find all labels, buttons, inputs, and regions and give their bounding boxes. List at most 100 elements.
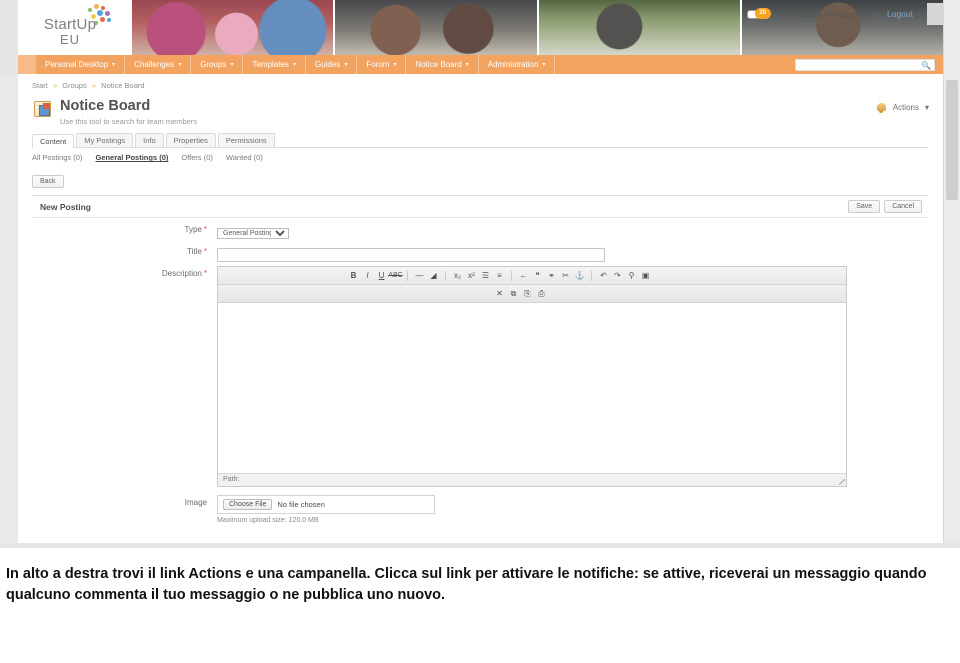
choose-file-button[interactable]: Choose File [223, 499, 273, 511]
site-logo[interactable]: StartUp EU [18, 0, 130, 55]
tab-properties[interactable]: Properties [165, 133, 216, 148]
userbar-spacer [927, 3, 943, 25]
subtab-bar: All Postings (0) General Postings (0) Offe… [32, 153, 943, 162]
insert-link-icon[interactable]: ⚭ [546, 270, 557, 281]
underline-icon[interactable]: U [376, 270, 387, 281]
cut-icon[interactable]: ✕ [494, 288, 505, 299]
title-input[interactable] [217, 247, 605, 262]
tab-bar: Content My Postings Info Properties Permissi… [32, 133, 928, 149]
notice-board-icon [34, 101, 51, 117]
selected-file-name: No file chosen [277, 500, 325, 510]
breadcrumb-item-notice-board[interactable]: Notice Board [101, 81, 144, 90]
undo-icon[interactable]: ↶ [598, 270, 609, 281]
subscript-icon[interactable]: x₂ [452, 270, 463, 281]
copy-icon[interactable]: ⧉ [508, 288, 519, 299]
nav-item-label: Guides [314, 60, 341, 69]
subtab-general-postings-0[interactable]: General Postings (0) [95, 153, 168, 162]
chevron-down-icon: ▾ [393, 62, 397, 68]
logout-link[interactable]: Logout [887, 9, 913, 19]
global-search[interactable]: 🔍 [795, 58, 935, 71]
superscript-icon[interactable]: x² [466, 270, 477, 281]
panel-buttons: Save Cancel [848, 200, 922, 214]
form-row-image: Image Choose File No file chosen Maximum… [32, 487, 928, 524]
window-edge-bottom [0, 543, 960, 548]
logo-line2: EU [59, 31, 81, 47]
tab-permissions[interactable]: Permissions [217, 133, 275, 148]
description-label: Description [161, 269, 202, 279]
page-title: Notice Board [60, 98, 151, 114]
caption-text: In alto a destra trovi il link Actions e… [6, 566, 927, 603]
required-marker: * [203, 269, 207, 279]
subtab-all-postings-0[interactable]: All Postings (0) [32, 153, 82, 162]
nav-item-challenges[interactable]: Challenges ▾ [125, 55, 192, 74]
window-edge-left-top [0, 0, 18, 74]
user-separator: · [876, 9, 879, 19]
find-icon[interactable]: ⚲ [626, 270, 637, 281]
actions-menu[interactable]: Actions ▾ [876, 102, 929, 113]
horizontal-rule-icon[interactable]: — [414, 270, 425, 281]
breadcrumb-separator: » [91, 81, 97, 90]
nav-item-forum[interactable]: Forum ▾ [357, 55, 407, 74]
nav-item-templates[interactable]: Templates ▾ [243, 55, 306, 74]
strikethrough-icon[interactable]: ABC [388, 270, 402, 281]
nav-item-personal-desktop[interactable]: Personal Desktop ▾ [36, 55, 126, 74]
nav-item-label: Groups [200, 60, 227, 69]
description-field: B I U ABC — ◢ x₂ x² ☰ ≡ ← ❝ ⚭ ✂ ⚓ ↶ ↷ ⚲ ▣ ✕ ⧉ ⎘ ⎙ Path: [217, 266, 928, 488]
breadcrumb-item-groups[interactable]: Groups [62, 81, 87, 90]
file-upload-control[interactable]: Choose File No file chosen [217, 495, 435, 515]
back-button[interactable]: Back [32, 175, 64, 189]
bell-icon[interactable] [876, 102, 887, 113]
editor-toolbar-row-2: ✕ ⧉ ⎘ ⎙ [218, 285, 846, 304]
cancel-button[interactable]: Cancel [884, 200, 922, 214]
save-button[interactable]: Save [848, 200, 881, 214]
message-count-badge: 20 [754, 7, 771, 19]
editor-status-bar: Path: [218, 473, 846, 487]
search-input[interactable] [800, 60, 930, 69]
tab-content[interactable]: Content [32, 134, 75, 149]
insert-image-icon[interactable]: ▣ [640, 270, 651, 281]
blockquote-icon[interactable]: ❝ [532, 270, 543, 281]
unlink-icon[interactable]: ✂ [560, 270, 571, 281]
remove-format-icon[interactable]: ◢ [428, 270, 439, 281]
subtab-wanted-0[interactable]: Wanted (0) [226, 153, 263, 162]
type-field: General PostingOfferWanted [217, 222, 928, 240]
italic-icon[interactable]: I [362, 270, 373, 281]
nav-item-guides[interactable]: Guides ▾ [306, 55, 358, 74]
decrease-indent-icon[interactable]: ← [518, 270, 529, 281]
application-screenshot: StartUp EU 20 Dr Aristidis Protopsaltis … [0, 0, 960, 548]
nav-item-notice-board[interactable]: Notice Board ▾ [406, 55, 479, 74]
chevron-down-icon: ▾ [542, 62, 546, 68]
nav-item-administration[interactable]: Administration ▾ [479, 55, 556, 74]
bold-icon[interactable]: B [348, 270, 359, 281]
breadcrumb-item-start[interactable]: Start [32, 81, 48, 90]
breadcrumb-separator: » [52, 81, 58, 90]
redo-icon[interactable]: ↷ [612, 270, 623, 281]
toolbar-separator [445, 270, 446, 281]
scrollbar-thumb[interactable] [946, 80, 958, 200]
tab-info[interactable]: Info [135, 133, 164, 148]
rich-text-editor: B I U ABC — ◢ x₂ x² ☰ ≡ ← ❝ ⚭ ✂ ⚓ ↶ ↷ ⚲ ▣ ✕ ⧉ ⎘ ⎙ Path: [217, 266, 847, 488]
new-posting-panel: New Posting Save Cancel Type * General Po… [32, 195, 928, 525]
type-select[interactable]: General PostingOfferWanted [217, 228, 289, 240]
editor-content-area[interactable] [218, 303, 846, 474]
form-row-description: Description * B I U ABC — ◢ x₂ x² ☰ ≡ ← ❝ ⚭ ✂ ⚓ ↶ ↷ ⚲ ▣ ✕ ⧉ ⎘… [32, 262, 928, 488]
required-marker: * [203, 247, 207, 257]
nav-item-label: Notice Board [415, 60, 462, 69]
nav-item-groups[interactable]: Groups ▾ [191, 55, 244, 74]
messages-icon[interactable]: 20 [746, 7, 773, 21]
tab-my-postings[interactable]: My Postings [76, 133, 134, 148]
numbered-list-icon[interactable]: ☰ [480, 270, 491, 281]
nav-lead-spacer [18, 55, 36, 74]
title-label-wrap: Title * [32, 244, 217, 256]
bulleted-list-icon[interactable]: ≡ [494, 270, 505, 281]
toolbar-separator [407, 270, 408, 281]
anchor-icon[interactable]: ⚓ [574, 270, 585, 281]
chevron-down-icon: ▾ [924, 103, 929, 112]
resize-handle[interactable] [839, 479, 845, 486]
paste-icon[interactable]: ⎘ [522, 288, 533, 299]
vertical-scrollbar[interactable] [943, 0, 960, 548]
paste-as-text-icon[interactable]: ⎙ [536, 288, 547, 299]
subtab-offers-0[interactable]: Offers (0) [181, 153, 213, 162]
banner-photo-3 [538, 0, 740, 55]
search-icon[interactable]: 🔍 [921, 61, 931, 70]
